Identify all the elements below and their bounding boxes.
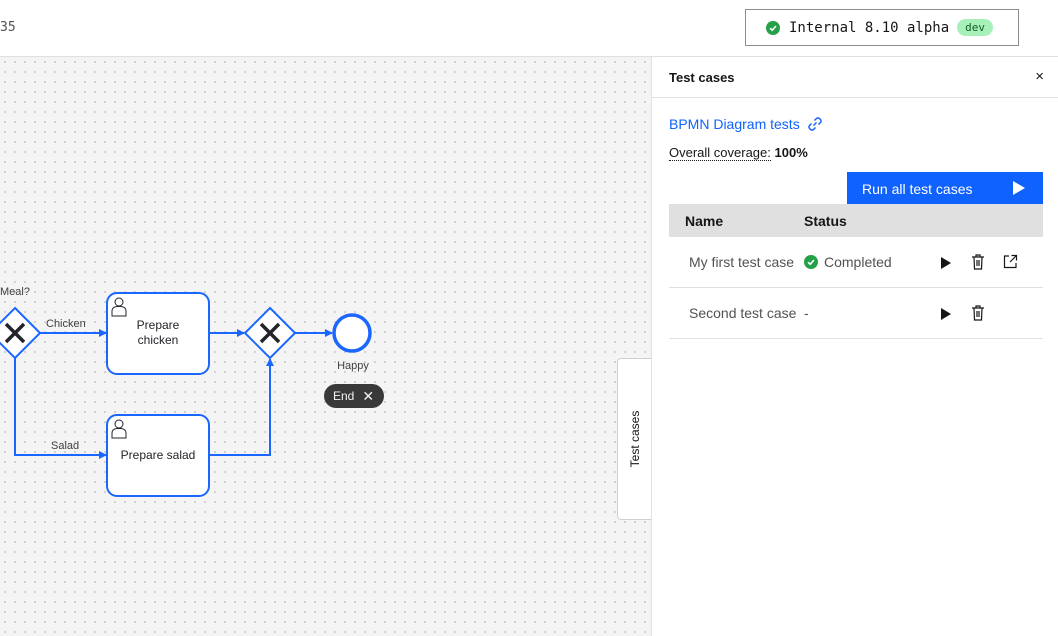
- task-prepare-chicken[interactable]: Prepare chicken: [106, 292, 210, 375]
- task-label-line1: Prepare: [137, 318, 180, 332]
- link-icon: [807, 117, 822, 131]
- side-tab-label: Test cases: [628, 410, 642, 468]
- suite-link-text[interactable]: BPMN Diagram tests: [669, 116, 800, 132]
- task-label-line2: chicken: [138, 333, 179, 347]
- environment-tag: dev: [957, 19, 994, 36]
- table-header: Name Status: [669, 204, 1043, 237]
- play-icon[interactable]: [941, 257, 951, 269]
- test-case-name: Second test case: [689, 305, 797, 321]
- test-cases-side-tab[interactable]: Test cases: [617, 358, 651, 520]
- play-icon: [1013, 181, 1025, 195]
- status-text: -: [804, 305, 809, 321]
- overall-coverage: Overall coverage: 100%: [669, 145, 808, 161]
- exclusive-gateway-split[interactable]: [0, 306, 42, 360]
- run-all-button[interactable]: Run all test cases: [847, 172, 1043, 205]
- test-case-status: -: [804, 305, 809, 321]
- flow-salad-join[interactable]: [209, 358, 274, 456]
- test-cases-panel: Test cases × BPMN Diagram tests Overall …: [651, 57, 1058, 636]
- column-header-status: Status: [804, 212, 847, 229]
- coverage-label: Overall coverage:: [669, 145, 771, 161]
- exclusive-gateway-join[interactable]: [243, 306, 297, 360]
- flow-chicken-label: Chicken: [46, 318, 86, 330]
- panel-header: Test cases ×: [652, 57, 1058, 98]
- run-all-label: Run all test cases: [862, 180, 973, 197]
- check-circle-icon: [804, 255, 818, 269]
- trash-icon[interactable]: [971, 305, 985, 321]
- test-case-status: Completed: [804, 254, 892, 270]
- trash-icon[interactable]: [971, 254, 985, 270]
- end-event-test-badge[interactable]: End ✕: [324, 384, 385, 408]
- version-indicator[interactable]: Internal 8.10 alpha dev: [745, 9, 1019, 46]
- play-icon[interactable]: [941, 308, 951, 320]
- flow-salad-label: Salad: [51, 440, 79, 452]
- close-icon[interactable]: ✕: [362, 389, 374, 403]
- topbar-partial-text: 35: [0, 20, 16, 35]
- task-prepare-salad[interactable]: Prepare salad: [106, 414, 210, 497]
- end-event[interactable]: [332, 313, 372, 353]
- end-badge-label: End: [333, 389, 355, 403]
- end-event-label: Happy: [337, 360, 369, 372]
- version-text: Internal 8.10 alpha: [789, 19, 950, 36]
- open-external-icon[interactable]: [1003, 254, 1018, 269]
- panel-title: Test cases: [669, 70, 735, 85]
- check-circle-icon: [766, 20, 780, 35]
- status-text: Completed: [824, 254, 892, 270]
- diagram-canvas[interactable]: Meal? Chicken Salad Prepare chicken Prep…: [0, 57, 651, 636]
- coverage-value: 100%: [774, 145, 808, 160]
- test-cases-table: Name Status My first test case Completed…: [669, 204, 1043, 339]
- table-row[interactable]: Second test case -: [669, 288, 1043, 339]
- top-bar: 35 Internal 8.10 alpha dev: [0, 0, 1058, 57]
- close-icon[interactable]: ×: [1035, 68, 1044, 85]
- bpmn-diagram: Meal? Chicken Salad Prepare chicken Prep…: [0, 286, 372, 497]
- gateway-label: Meal?: [0, 286, 30, 298]
- test-suite-link[interactable]: BPMN Diagram tests: [669, 116, 823, 132]
- test-case-name: My first test case: [689, 254, 795, 270]
- table-row[interactable]: My first test case Completed: [669, 237, 1043, 288]
- task-label: Prepare salad: [121, 448, 196, 462]
- column-header-name: Name: [685, 212, 724, 229]
